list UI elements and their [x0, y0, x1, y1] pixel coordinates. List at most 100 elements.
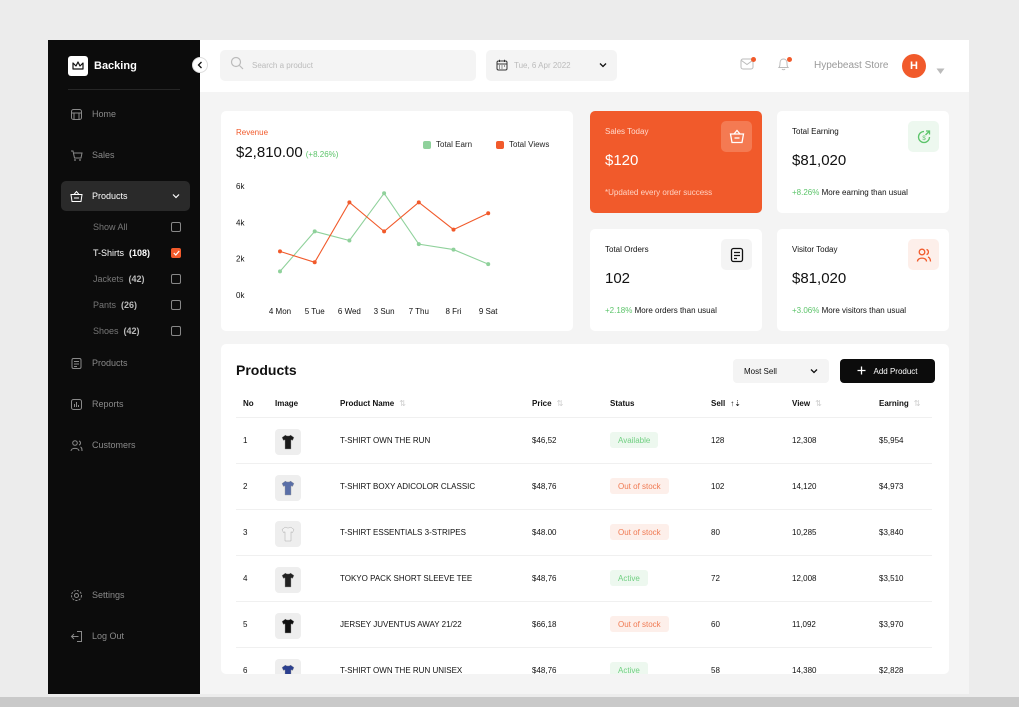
checkbox[interactable]	[171, 326, 181, 336]
data-point[interactable]	[312, 229, 317, 234]
sidebar-item-home[interactable]: Home	[61, 99, 190, 129]
sort-icon: ⇅	[913, 399, 921, 408]
cell-product-name: JERSEY JUVENTUS AWAY 21/22	[340, 620, 462, 629]
sidebar-item-label: Customers	[92, 440, 136, 450]
sidebar-subitem[interactable]: Pants (26)	[93, 298, 181, 312]
column-header-price[interactable]: Price ⇅	[532, 399, 563, 408]
search-input[interactable]	[252, 61, 452, 70]
sidebar-subitem[interactable]: Show All	[93, 220, 181, 234]
data-point[interactable]	[486, 211, 491, 216]
checkbox-checked[interactable]	[171, 248, 181, 258]
products-card: Products Most Sell Add Product No Image …	[221, 344, 949, 674]
stat-title: Sales Today	[605, 127, 649, 136]
cell-earning: $3,970	[879, 620, 904, 629]
subitem-label: Jackets	[93, 274, 124, 284]
x-tick-label: 8 Fri	[446, 307, 462, 316]
brand[interactable]: Backing	[68, 56, 137, 76]
revenue-chart: 6k 4k 2k 0k 4 Mon 5 Tue 6 Wed 3 Sun 7 Thu 8 Fri 9 …	[236, 182, 498, 316]
collapse-sidebar-button[interactable]	[192, 57, 208, 73]
sidebar-subitem[interactable]: T-Shirts (108)	[93, 246, 181, 260]
store-name[interactable]: Hypebeast Store	[814, 60, 889, 71]
subitem-label: Shoes	[93, 326, 119, 336]
sidebar-item-products[interactable]: Products	[61, 181, 190, 211]
visitor-today-card: Visitor Today $81,020 +3.06% More visito…	[777, 229, 949, 331]
data-point[interactable]	[416, 242, 421, 247]
sidebar-subitem[interactable]: Shoes (42)	[93, 324, 181, 338]
sidebar-subitem[interactable]: Jackets (42)	[93, 272, 181, 286]
add-product-button[interactable]: Add Product	[840, 359, 935, 383]
data-point[interactable]	[486, 262, 491, 267]
topbar: Tue, 6 Apr 2022 Hypebeast Store H	[200, 40, 969, 92]
table-row[interactable]: 1 T-SHIRT OWN THE RUN $46,52 Available 128 12…	[236, 417, 932, 463]
cell-view: 14,120	[792, 482, 817, 491]
column-header-name[interactable]: Product Name ⇅	[340, 399, 406, 408]
notifications-button[interactable]	[774, 57, 792, 75]
data-point[interactable]	[347, 238, 352, 243]
column-header-status: Status	[610, 399, 634, 408]
data-point[interactable]	[347, 200, 352, 205]
sidebar-item-logout[interactable]: Log Out	[61, 621, 190, 651]
data-point[interactable]	[382, 191, 387, 196]
sidebar-item-sales[interactable]: Sales	[61, 140, 190, 170]
cell-product-name: T-SHIRT ESSENTIALS 3-STRIPES	[340, 528, 466, 537]
sort-select[interactable]: Most Sell	[733, 359, 829, 383]
tshirt-icon	[281, 664, 295, 674]
cell-no: 5	[243, 620, 248, 629]
data-point[interactable]	[382, 229, 387, 234]
column-label: Product Name	[340, 399, 395, 408]
cell-sell: 72	[711, 574, 720, 583]
messages-button[interactable]	[738, 57, 756, 75]
cell-earning: $5,954	[879, 436, 904, 445]
notification-dot	[751, 57, 756, 62]
cell-price: $66,18	[532, 620, 557, 629]
column-header-sell[interactable]: Sell ↑⇣	[711, 399, 741, 408]
sidebar-item-customers[interactable]: Customers	[61, 430, 190, 460]
column-header-earning[interactable]: Earning ⇅	[879, 399, 920, 408]
avatar[interactable]: H	[902, 54, 926, 78]
checkbox[interactable]	[171, 274, 181, 284]
data-point[interactable]	[278, 269, 282, 274]
table-row[interactable]: 4 TOKYO PACK SHORT SLEEVE TEE $48,76 Active…	[236, 555, 932, 601]
add-product-label: Add Product	[873, 366, 918, 376]
stat-note: +2.18% More orders than usual	[605, 306, 717, 315]
caret-down-icon[interactable]	[936, 62, 945, 80]
cell-sell: 58	[711, 666, 720, 674]
stat-note-text: More visitors than usual	[821, 306, 907, 315]
column-label: Sell	[711, 399, 726, 408]
checkbox[interactable]	[171, 300, 181, 310]
product-image	[275, 567, 301, 593]
x-tick-label: 3 Sun	[374, 307, 395, 316]
sort-value: Most Sell	[744, 366, 777, 376]
table-row[interactable]: 5 JERSEY JUVENTUS AWAY 21/22 $66,18 Out of …	[236, 601, 932, 647]
cell-no: 1	[243, 436, 248, 445]
stat-title: Total Orders	[605, 245, 649, 254]
table-row[interactable]: 6 T-SHIRT OWN THE RUN UNISEX $48,76 Active 5…	[236, 647, 932, 674]
stat-value: $81,020	[792, 270, 847, 287]
cell-product-name: TOKYO PACK SHORT SLEEVE TEE	[340, 574, 473, 583]
sidebar-item-settings[interactable]: Settings	[61, 580, 190, 610]
data-point[interactable]	[451, 227, 456, 232]
cell-earning: $4,973	[879, 482, 904, 491]
gear-icon	[69, 588, 83, 602]
checkbox[interactable]	[171, 222, 181, 232]
data-point[interactable]	[278, 249, 282, 254]
column-header-view[interactable]: View ⇅	[792, 399, 822, 408]
sidebar-item-label: Products	[92, 191, 128, 201]
search-bar[interactable]	[220, 50, 476, 81]
data-point[interactable]	[312, 260, 317, 265]
table-row[interactable]: 3 T-SHIRT ESSENTIALS 3-STRIPES $48.00 Out o…	[236, 509, 932, 555]
calendar-icon	[496, 59, 508, 73]
sidebar-item-reports[interactable]: Reports	[61, 389, 190, 419]
stat-note-text: More earning than usual	[821, 188, 908, 197]
date-picker[interactable]: Tue, 6 Apr 2022	[486, 50, 617, 81]
users-icon	[69, 438, 83, 452]
data-point[interactable]	[451, 247, 456, 252]
cell-sell: 60	[711, 620, 720, 629]
chevron-down-icon	[172, 191, 180, 201]
table-row[interactable]: 2 T-SHIRT BOXY ADICOLOR CLASSIC $48,76 Out …	[236, 463, 932, 509]
basket-icon	[721, 121, 752, 152]
data-point[interactable]	[416, 200, 421, 205]
stat-value: $120	[605, 152, 639, 169]
sidebar-item-products-list[interactable]: Products	[61, 348, 190, 378]
subitem-count: (108)	[129, 248, 151, 258]
